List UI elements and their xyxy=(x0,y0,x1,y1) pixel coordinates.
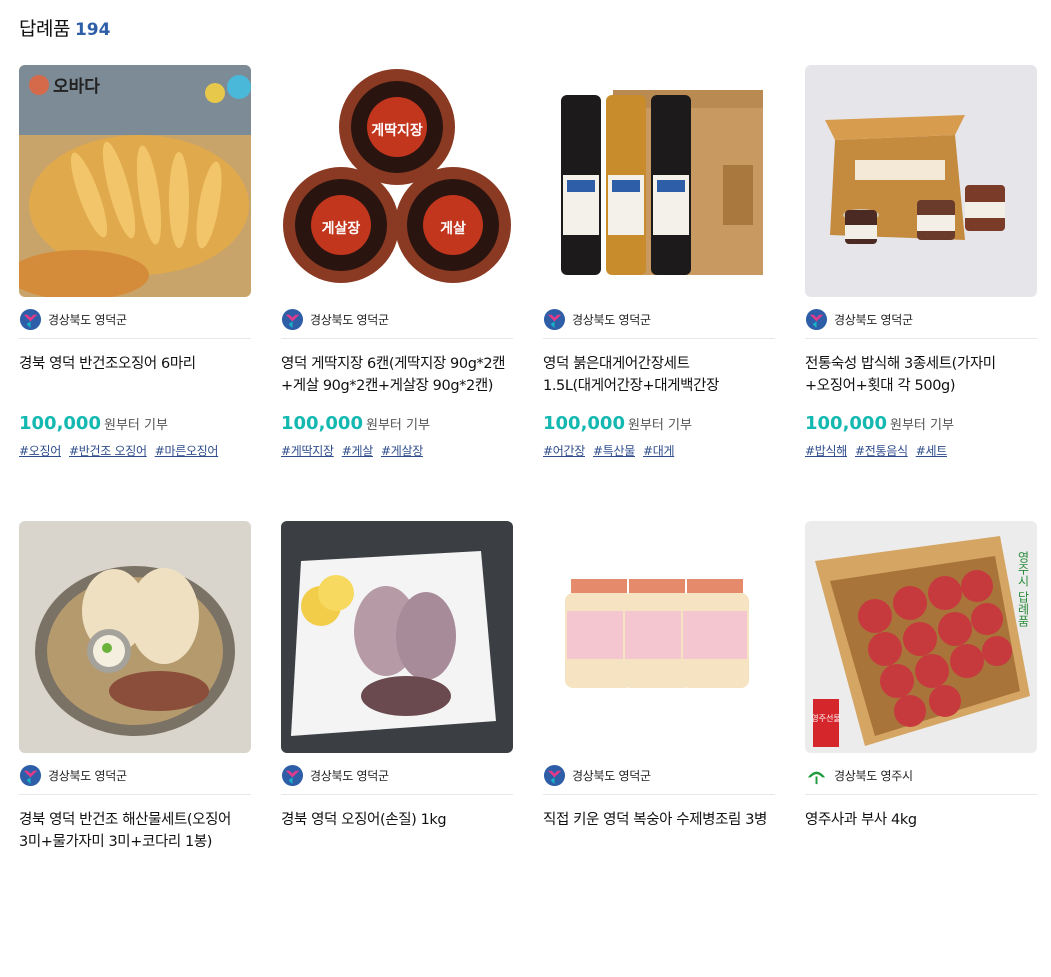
can-label: 게살 xyxy=(440,220,466,237)
tag-link[interactable]: #반건조 오징어 xyxy=(69,442,147,459)
product-image[interactable] xyxy=(805,65,1037,297)
product-name[interactable]: 경북 영덕 오징어(손질) 1kg xyxy=(281,809,513,853)
seller-info: 경상북도 영덕군 xyxy=(19,301,251,339)
region-logo-icon xyxy=(543,764,566,787)
product-price: 100,000 원부터 기부 xyxy=(281,413,513,434)
seller-info: 경상북도 영덕군 xyxy=(543,757,775,795)
seller-info: 경상북도 영덕군 xyxy=(19,757,251,795)
seller-region: 경상북도 영덕군 xyxy=(572,313,651,327)
can-label: 게딱지장 xyxy=(371,122,423,139)
seller-info: 경상북도 영덕군 xyxy=(543,301,775,339)
product-name[interactable]: 경북 영덕 반건조 해산물세트(오징어 3미+물가자미 3미+코다리 1봉) xyxy=(19,809,251,853)
seller-region: 경상북도 영덕군 xyxy=(48,313,127,327)
tag-list: #게딱지장 #게살 #게살장 xyxy=(281,442,513,459)
product-card[interactable]: 오바다 경상북도 영덕군 경북 영덕 반건조오징어 6마리 100,000 원부… xyxy=(19,65,251,521)
tag-link[interactable]: #밥식해 xyxy=(805,442,847,459)
seller-info: 경상북도 영덕군 xyxy=(281,301,513,339)
section-header: 답례품 194 xyxy=(19,14,110,41)
price-suffix: 원부터 기부 xyxy=(889,418,954,433)
seller-region: 경상북도 영덕군 xyxy=(310,313,389,327)
product-image[interactable] xyxy=(543,521,775,753)
tag-list: #어간장 #특산물 #대게 xyxy=(543,442,775,459)
product-image[interactable]: 영주선물 영주시 답례품 xyxy=(805,521,1037,753)
product-card[interactable]: 경상북도 영덕군 직접 키운 영덕 복숭아 수제병조림 3병 xyxy=(543,521,775,977)
price-value: 100,000 xyxy=(543,413,625,434)
product-image[interactable]: 오바다 xyxy=(19,65,251,297)
tag-link[interactable]: #특산물 xyxy=(593,442,635,459)
tag-list: #오징어 #반건조 오징어 #마른오징어 xyxy=(19,442,251,459)
tag-link[interactable]: #대게 xyxy=(643,442,675,459)
section-title: 답례품 xyxy=(19,18,70,40)
product-image[interactable] xyxy=(543,65,775,297)
tag-link[interactable]: #오징어 xyxy=(19,442,61,459)
price-value: 100,000 xyxy=(19,413,101,434)
seller-info: 경상북도 영덕군 xyxy=(805,301,1037,339)
seller-region: 경상북도 영덕군 xyxy=(572,769,651,783)
product-price: 100,000 원부터 기부 xyxy=(19,413,251,434)
item-count: 194 xyxy=(74,20,111,40)
stamp-text: 영주선물 xyxy=(811,713,840,723)
region-logo-icon xyxy=(19,308,42,331)
brand-text: 영주시 답례품 xyxy=(1016,551,1030,627)
product-card[interactable]: 경상북도 영덕군 영덕 붉은대게어간장세트 1.5L(대게어간장+대게백간장+버… xyxy=(543,65,775,521)
product-card[interactable]: 게딱지장 게살장 게살 경상북도 영덕군 영덕 게딱지장 6캔(게딱지장 90g… xyxy=(281,65,513,521)
seller-region: 경상북도 영덕군 xyxy=(310,769,389,783)
price-value: 100,000 xyxy=(805,413,887,434)
region-logo-icon xyxy=(19,764,42,787)
product-name[interactable]: 영주사과 부사 4kg xyxy=(805,809,1037,853)
can-label: 게살장 xyxy=(322,220,361,237)
product-image[interactable] xyxy=(19,521,251,753)
product-price: 100,000 원부터 기부 xyxy=(805,413,1037,434)
seller-region: 경상북도 영주시 xyxy=(834,769,913,783)
product-name[interactable]: 경북 영덕 반건조오징어 6마리 xyxy=(19,353,251,397)
region-logo-icon xyxy=(805,764,828,787)
seller-info: 경상북도 영덕군 xyxy=(281,757,513,795)
tag-list: #밥식해 #전통음식 #세트 xyxy=(805,442,1037,459)
price-suffix: 원부터 기부 xyxy=(365,418,430,433)
region-logo-icon xyxy=(281,764,304,787)
tag-link[interactable]: #전통음식 xyxy=(855,442,908,459)
tag-link[interactable]: #게살장 xyxy=(381,442,423,459)
product-card[interactable]: 경상북도 영덕군 경북 영덕 반건조 해산물세트(오징어 3미+물가자미 3미+… xyxy=(19,521,251,977)
tag-link[interactable]: #어간장 xyxy=(543,442,585,459)
product-name[interactable]: 영덕 붉은대게어간장세트 1.5L(대게어간장+대게백간장+버섯맛간장) xyxy=(543,353,775,397)
seller-region: 경상북도 영덕군 xyxy=(48,769,127,783)
price-suffix: 원부터 기부 xyxy=(103,418,168,433)
product-grid: 오바다 경상북도 영덕군 경북 영덕 반건조오징어 6마리 100,000 원부… xyxy=(19,65,1037,977)
region-logo-icon xyxy=(543,308,566,331)
tag-link[interactable]: #마른오징어 xyxy=(155,442,219,459)
product-image[interactable]: 게딱지장 게살장 게살 xyxy=(281,65,513,297)
seller-info: 경상북도 영주시 xyxy=(805,757,1037,795)
tag-link[interactable]: #게살 xyxy=(342,442,374,459)
tag-link[interactable]: #세트 xyxy=(916,442,948,459)
seller-region: 경상북도 영덕군 xyxy=(834,313,913,327)
product-price: 100,000 원부터 기부 xyxy=(543,413,775,434)
region-logo-icon xyxy=(281,308,304,331)
product-card[interactable]: 영주선물 영주시 답례품 경상북도 영주시 영주사과 부사 4kg xyxy=(805,521,1037,977)
region-logo-icon xyxy=(805,308,828,331)
product-name[interactable]: 영덕 게딱지장 6캔(게딱지장 90g*2캔+게살 90g*2캔+게살장 90g… xyxy=(281,353,513,397)
product-card[interactable]: 경상북도 영덕군 경북 영덕 오징어(손질) 1kg xyxy=(281,521,513,977)
tag-link[interactable]: #게딱지장 xyxy=(281,442,334,459)
product-image[interactable] xyxy=(281,521,513,753)
product-name[interactable]: 전통숙성 밥식해 3종세트(가자미+오징어+횟대 각 500g) xyxy=(805,353,1037,397)
product-name[interactable]: 직접 키운 영덕 복숭아 수제병조림 3병 xyxy=(543,809,775,853)
logo-text: 오바다 xyxy=(53,77,100,97)
price-suffix: 원부터 기부 xyxy=(627,418,692,433)
product-card[interactable]: 경상북도 영덕군 전통숙성 밥식해 3종세트(가자미+오징어+횟대 각 500g… xyxy=(805,65,1037,521)
price-value: 100,000 xyxy=(281,413,363,434)
